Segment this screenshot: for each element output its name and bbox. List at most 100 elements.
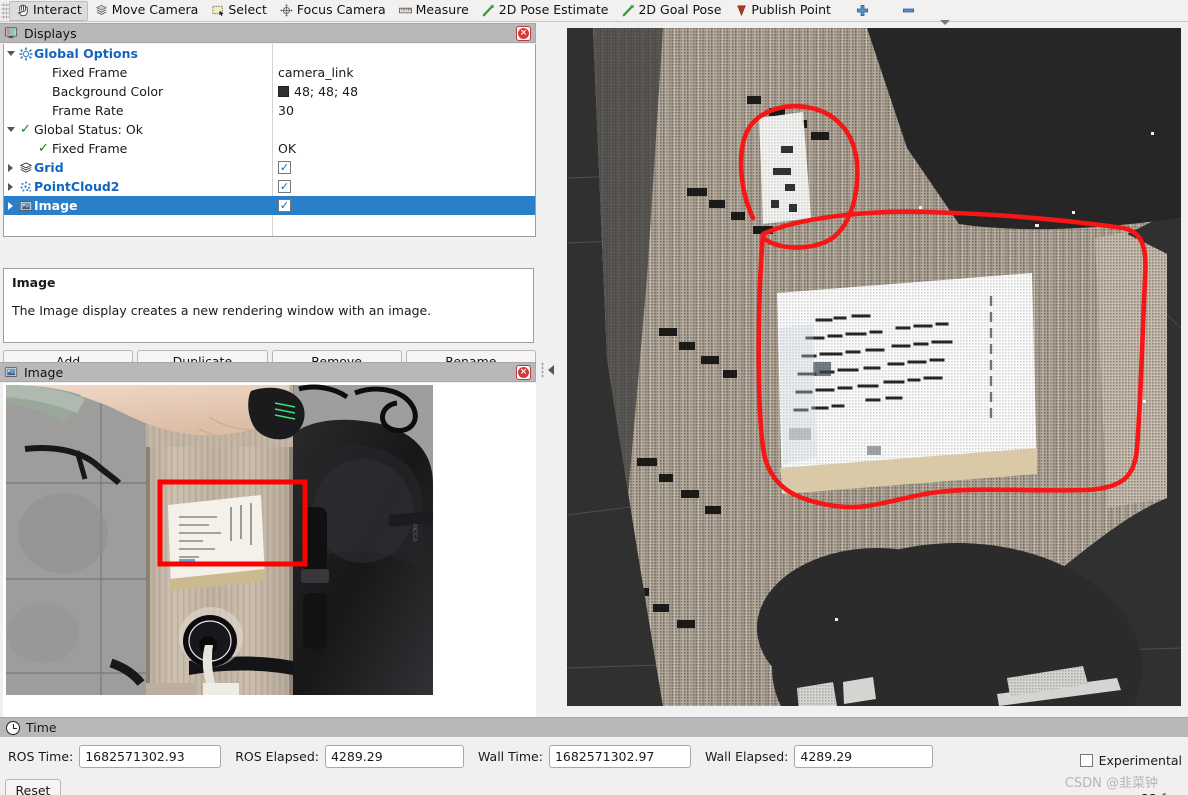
enable-checkbox[interactable]: ✓	[278, 199, 291, 212]
display-tree-row[interactable]: Global Options	[4, 44, 535, 63]
reset-button[interactable]: Reset	[5, 779, 61, 795]
watermark-text: CSDN @韭菜钟	[1064, 776, 1158, 791]
displays-panel-title: Displays ×	[0, 23, 536, 43]
image-panel: Image × MCCA	[0, 362, 536, 717]
close-icon[interactable]: ×	[516, 365, 531, 380]
experimental-checkbox-row[interactable]: Experimental	[1079, 753, 1182, 768]
map-pin-icon	[733, 3, 749, 19]
display-tree-row-value[interactable]: OK	[272, 139, 535, 158]
chevron-down-icon[interactable]	[4, 127, 17, 132]
tool-focus-camera[interactable]: Focus Camera	[273, 1, 392, 21]
display-tree-row-label: Background Color	[52, 84, 164, 99]
display-tree-row-label: Fixed Frame	[52, 141, 128, 156]
ros-time-input[interactable]: 1682571302.93	[79, 744, 222, 768]
check-icon: ✓	[20, 122, 31, 137]
displays-panel-title-label: Displays	[24, 25, 77, 41]
display-tree-row[interactable]: PointCloud2 ✓	[4, 177, 535, 196]
wall-elapsed-label: Wall Elapsed:	[704, 748, 789, 764]
display-tree-row-value[interactable]: 30	[272, 101, 535, 120]
display-tree-row-label: Image	[34, 198, 78, 213]
time-fields-row: ROS Time: 1682571302.93 ROS Elapsed: 428…	[0, 737, 1188, 769]
display-tree-row[interactable]: Fixed Frame camera_link	[4, 63, 535, 82]
splitter-grip-dots	[540, 362, 544, 378]
goal-arrow-icon	[620, 3, 636, 19]
chevron-right-icon[interactable]	[4, 201, 17, 210]
display-tree-row-value[interactable]	[272, 120, 535, 139]
image-panel-title: Image ×	[0, 362, 536, 382]
displays-tree[interactable]: Global Options Fixed Frame camera_link Back…	[3, 44, 536, 237]
3d-render-view[interactable]	[567, 28, 1181, 706]
display-tree-row-value[interactable]: 48; 48; 48	[272, 82, 535, 101]
experimental-label: Experimental	[1098, 753, 1182, 768]
monitor-icon	[4, 26, 18, 40]
display-tree-row-label: Frame Rate	[52, 103, 124, 118]
close-icon[interactable]: ×	[516, 26, 531, 41]
focus-camera-icon	[279, 3, 295, 19]
tool-2d-goal-pose-label: 2D Goal Pose	[638, 2, 722, 18]
displays-panel: Displays × Global Options Fixed Frame came…	[0, 23, 536, 238]
pose-arrow-icon	[481, 3, 497, 19]
image-panel-title-label: Image	[24, 364, 64, 380]
display-tree-row-label: PointCloud2	[34, 179, 120, 194]
display-tree-row-label: Global Options	[34, 46, 138, 61]
tool-publish-point[interactable]: Publish Point	[727, 1, 837, 21]
tool-move-camera-label: Move Camera	[111, 2, 199, 18]
display-tree-row-value[interactable]: ✓	[272, 196, 535, 215]
toolbar-drag-handle[interactable]	[1, 1, 9, 20]
camera-image-render: MCCA	[3, 383, 536, 717]
display-tree-row-value[interactable]: camera_link	[272, 63, 535, 82]
time-panel-title-label: Time	[26, 720, 57, 735]
display-tree-row[interactable]: Grid ✓	[4, 158, 535, 177]
display-tree-row[interactable]: Frame Rate 30	[4, 101, 535, 120]
image-icon	[17, 199, 34, 213]
wall-time-input[interactable]: 1682571302.97	[548, 744, 691, 768]
display-tree-row-value[interactable]: ✓	[272, 177, 535, 196]
tool-2d-goal-pose[interactable]: 2D Goal Pose	[614, 1, 727, 21]
minus-icon	[901, 3, 917, 19]
color-swatch[interactable]	[278, 86, 289, 97]
wall-elapsed-input[interactable]: 4289.29	[794, 744, 934, 768]
tool-select[interactable]: Select	[204, 1, 273, 21]
ros-time-label: ROS Time:	[8, 748, 74, 764]
property-value-text: camera_link	[278, 65, 354, 80]
tool-move-camera[interactable]: Move Camera	[88, 1, 205, 21]
tool-2d-pose-estimate[interactable]: 2D Pose Estimate	[475, 1, 615, 21]
check-icon: ✓	[38, 141, 49, 156]
dock-splitter-handle[interactable]	[537, 355, 557, 385]
display-tree-row-value[interactable]	[272, 44, 535, 63]
ros-elapsed-input[interactable]: 4289.29	[324, 744, 464, 768]
ros-elapsed-label: ROS Elapsed:	[235, 748, 319, 764]
experimental-checkbox[interactable]	[1079, 754, 1093, 767]
add-tool-button[interactable]	[849, 1, 877, 21]
display-tree-row[interactable]: ✓ Fixed Frame OK	[4, 139, 535, 158]
fps-counter: 22 fps	[1141, 791, 1180, 795]
chevron-right-icon[interactable]	[4, 163, 17, 172]
collapse-left-chevron-icon[interactable]	[547, 365, 554, 375]
display-tree-row[interactable]: Background Color 48; 48; 48	[4, 82, 535, 101]
tool-focus-camera-label: Focus Camera	[296, 2, 386, 18]
toolbar-overflow-chevron-down-icon[interactable]	[938, 13, 952, 25]
main-toolbar: Interact Move Camera Select Focus Camera…	[0, 0, 1188, 22]
tool-2d-pose-estimate-label: 2D Pose Estimate	[498, 2, 609, 18]
pointcloud-icon	[17, 180, 34, 194]
property-value-text: 30	[278, 103, 294, 118]
camera-image-view[interactable]: MCCA	[3, 383, 536, 717]
chevron-down-icon[interactable]	[4, 51, 17, 56]
left-dock: Displays × Global Options Fixed Frame came…	[0, 23, 536, 717]
tool-publish-point-label: Publish Point	[751, 2, 831, 18]
display-description-box: Image The Image display creates a new re…	[3, 268, 534, 343]
display-tree-row-value[interactable]: ✓	[272, 158, 535, 177]
svg-text:MCCA: MCCA	[411, 524, 417, 542]
ruler-icon	[398, 3, 414, 19]
display-tree-row-label: Grid	[34, 160, 64, 175]
remove-tool-button[interactable]	[895, 1, 923, 21]
enable-checkbox[interactable]: ✓	[278, 161, 291, 174]
tool-measure[interactable]: Measure	[392, 1, 475, 21]
chevron-right-icon[interactable]	[4, 182, 17, 191]
enable-checkbox[interactable]: ✓	[278, 180, 291, 193]
display-tree-row[interactable]: Image ✓	[4, 196, 535, 215]
display-tree-row[interactable]: ✓ Global Status: Ok	[4, 120, 535, 139]
tool-interact[interactable]: Interact	[9, 0, 88, 21]
plus-icon	[855, 3, 871, 19]
property-value-text: OK	[278, 141, 297, 156]
